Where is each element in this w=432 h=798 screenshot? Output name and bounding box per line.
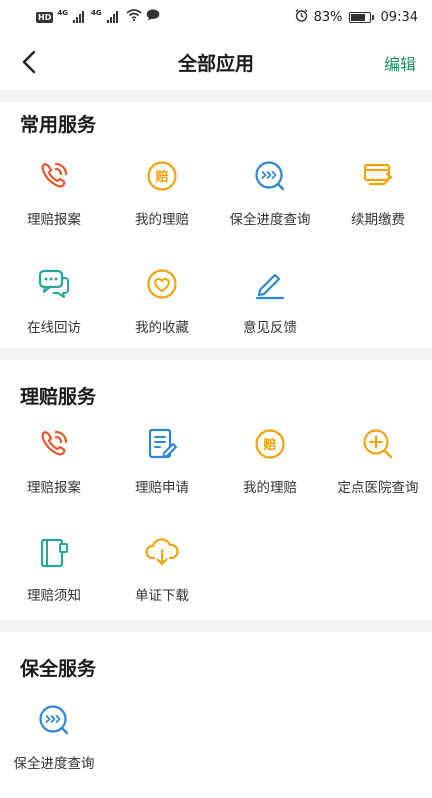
clock: 09:34 — [380, 9, 418, 25]
section-title: 理赔服务 — [20, 386, 97, 408]
status-right: 83% 09:34 — [295, 8, 418, 26]
service-item[interactable]: 续期缴费 — [324, 158, 432, 254]
notice-book-icon — [36, 534, 72, 570]
status-left: HD 4G 4G — [36, 9, 160, 25]
service-item-label: 理赔申请 — [135, 480, 189, 496]
battery-percent: 83% — [313, 9, 343, 25]
service-item-label: 在线回访 — [27, 320, 81, 336]
service-item[interactable]: 定点医院查询 — [324, 426, 432, 522]
hd-badge: HD — [36, 11, 54, 23]
status-bar: HD 4G 4G 83% 09:34 — [0, 0, 432, 34]
page-title: 全部应用 — [177, 52, 254, 75]
service-item-label: 单证下载 — [135, 588, 189, 604]
signal-icon-1 — [72, 11, 84, 23]
service-item-label: 理赔报案 — [27, 212, 81, 228]
service-item-label: 我的收藏 — [135, 320, 189, 336]
service-item[interactable]: 赔我的理赔 — [216, 426, 324, 522]
heart-icon — [144, 266, 180, 302]
hospital-search-icon — [360, 426, 396, 462]
nav-bar: 全部应用 编辑 — [0, 34, 432, 90]
battery-level — [350, 13, 366, 21]
service-item-label: 定点医院查询 — [337, 480, 419, 496]
section-title: 常用服务 — [20, 114, 97, 136]
divider-top — [0, 90, 432, 102]
section-common-services: 常用服务 理赔报案赔我的理赔 保全进度查询 续期缴费 在线回访 我的收藏 意见反馈 — [0, 102, 432, 348]
service-item-label: 理赔报案 — [27, 480, 81, 496]
network-type-2: 4G — [90, 9, 102, 17]
service-item[interactable]: 单证下载 — [108, 534, 216, 630]
back-button[interactable] — [14, 46, 46, 78]
phone-call-icon — [36, 426, 72, 462]
network-type-1: 4G — [57, 9, 68, 17]
application-form-icon — [144, 426, 180, 462]
edit-button[interactable]: 编辑 — [384, 51, 416, 75]
svg-text:赔: 赔 — [262, 437, 276, 453]
divider-1 — [0, 348, 432, 360]
service-item-label: 理赔须知 — [27, 588, 81, 604]
service-item-label: 意见反馈 — [243, 320, 297, 336]
service-item[interactable]: 理赔报案 — [0, 426, 108, 522]
phone-call-icon — [36, 158, 72, 194]
progress-search-icon — [252, 158, 288, 194]
chevron-left-icon — [22, 50, 36, 74]
section-claim-services: 理赔服务 理赔报案 理赔申请赔我的理赔 定点医院查询 理赔须知 单证下载 — [0, 360, 432, 620]
signal-icon-2 — [106, 11, 118, 23]
battery-icon — [348, 11, 374, 23]
service-item[interactable]: 保全进度查询 — [216, 158, 324, 254]
wifi-icon — [126, 9, 142, 25]
claim-coin-icon: 赔 — [144, 158, 180, 194]
service-item[interactable]: 保全进度查询 — [0, 702, 108, 798]
pencil-feedback-icon — [252, 266, 288, 302]
service-item-label: 我的理赔 — [243, 480, 297, 496]
progress-search-icon — [36, 702, 72, 738]
chat-bubbles-icon — [36, 266, 72, 302]
service-item[interactable]: 理赔须知 — [0, 534, 108, 630]
service-item[interactable]: 赔我的理赔 — [108, 158, 216, 254]
divider-2 — [0, 620, 432, 632]
service-item-label: 续期缴费 — [351, 212, 405, 228]
claim-coin-icon: 赔 — [252, 426, 288, 462]
service-item-label: 保全进度查询 — [229, 212, 311, 228]
service-item-label: 保全进度查询 — [13, 756, 95, 772]
service-item-label: 我的理赔 — [135, 212, 189, 228]
svg-text:赔: 赔 — [154, 169, 168, 185]
cloud-download-icon — [144, 534, 180, 570]
service-item[interactable]: 理赔申请 — [108, 426, 216, 522]
alarm-icon — [295, 8, 308, 26]
service-item[interactable]: 理赔报案 — [0, 158, 108, 254]
section-preservation-services: 保全服务 保全进度查询 — [0, 632, 432, 772]
renewal-payment-icon — [360, 158, 396, 194]
message-icon — [146, 9, 160, 25]
section-title: 保全服务 — [20, 658, 97, 680]
